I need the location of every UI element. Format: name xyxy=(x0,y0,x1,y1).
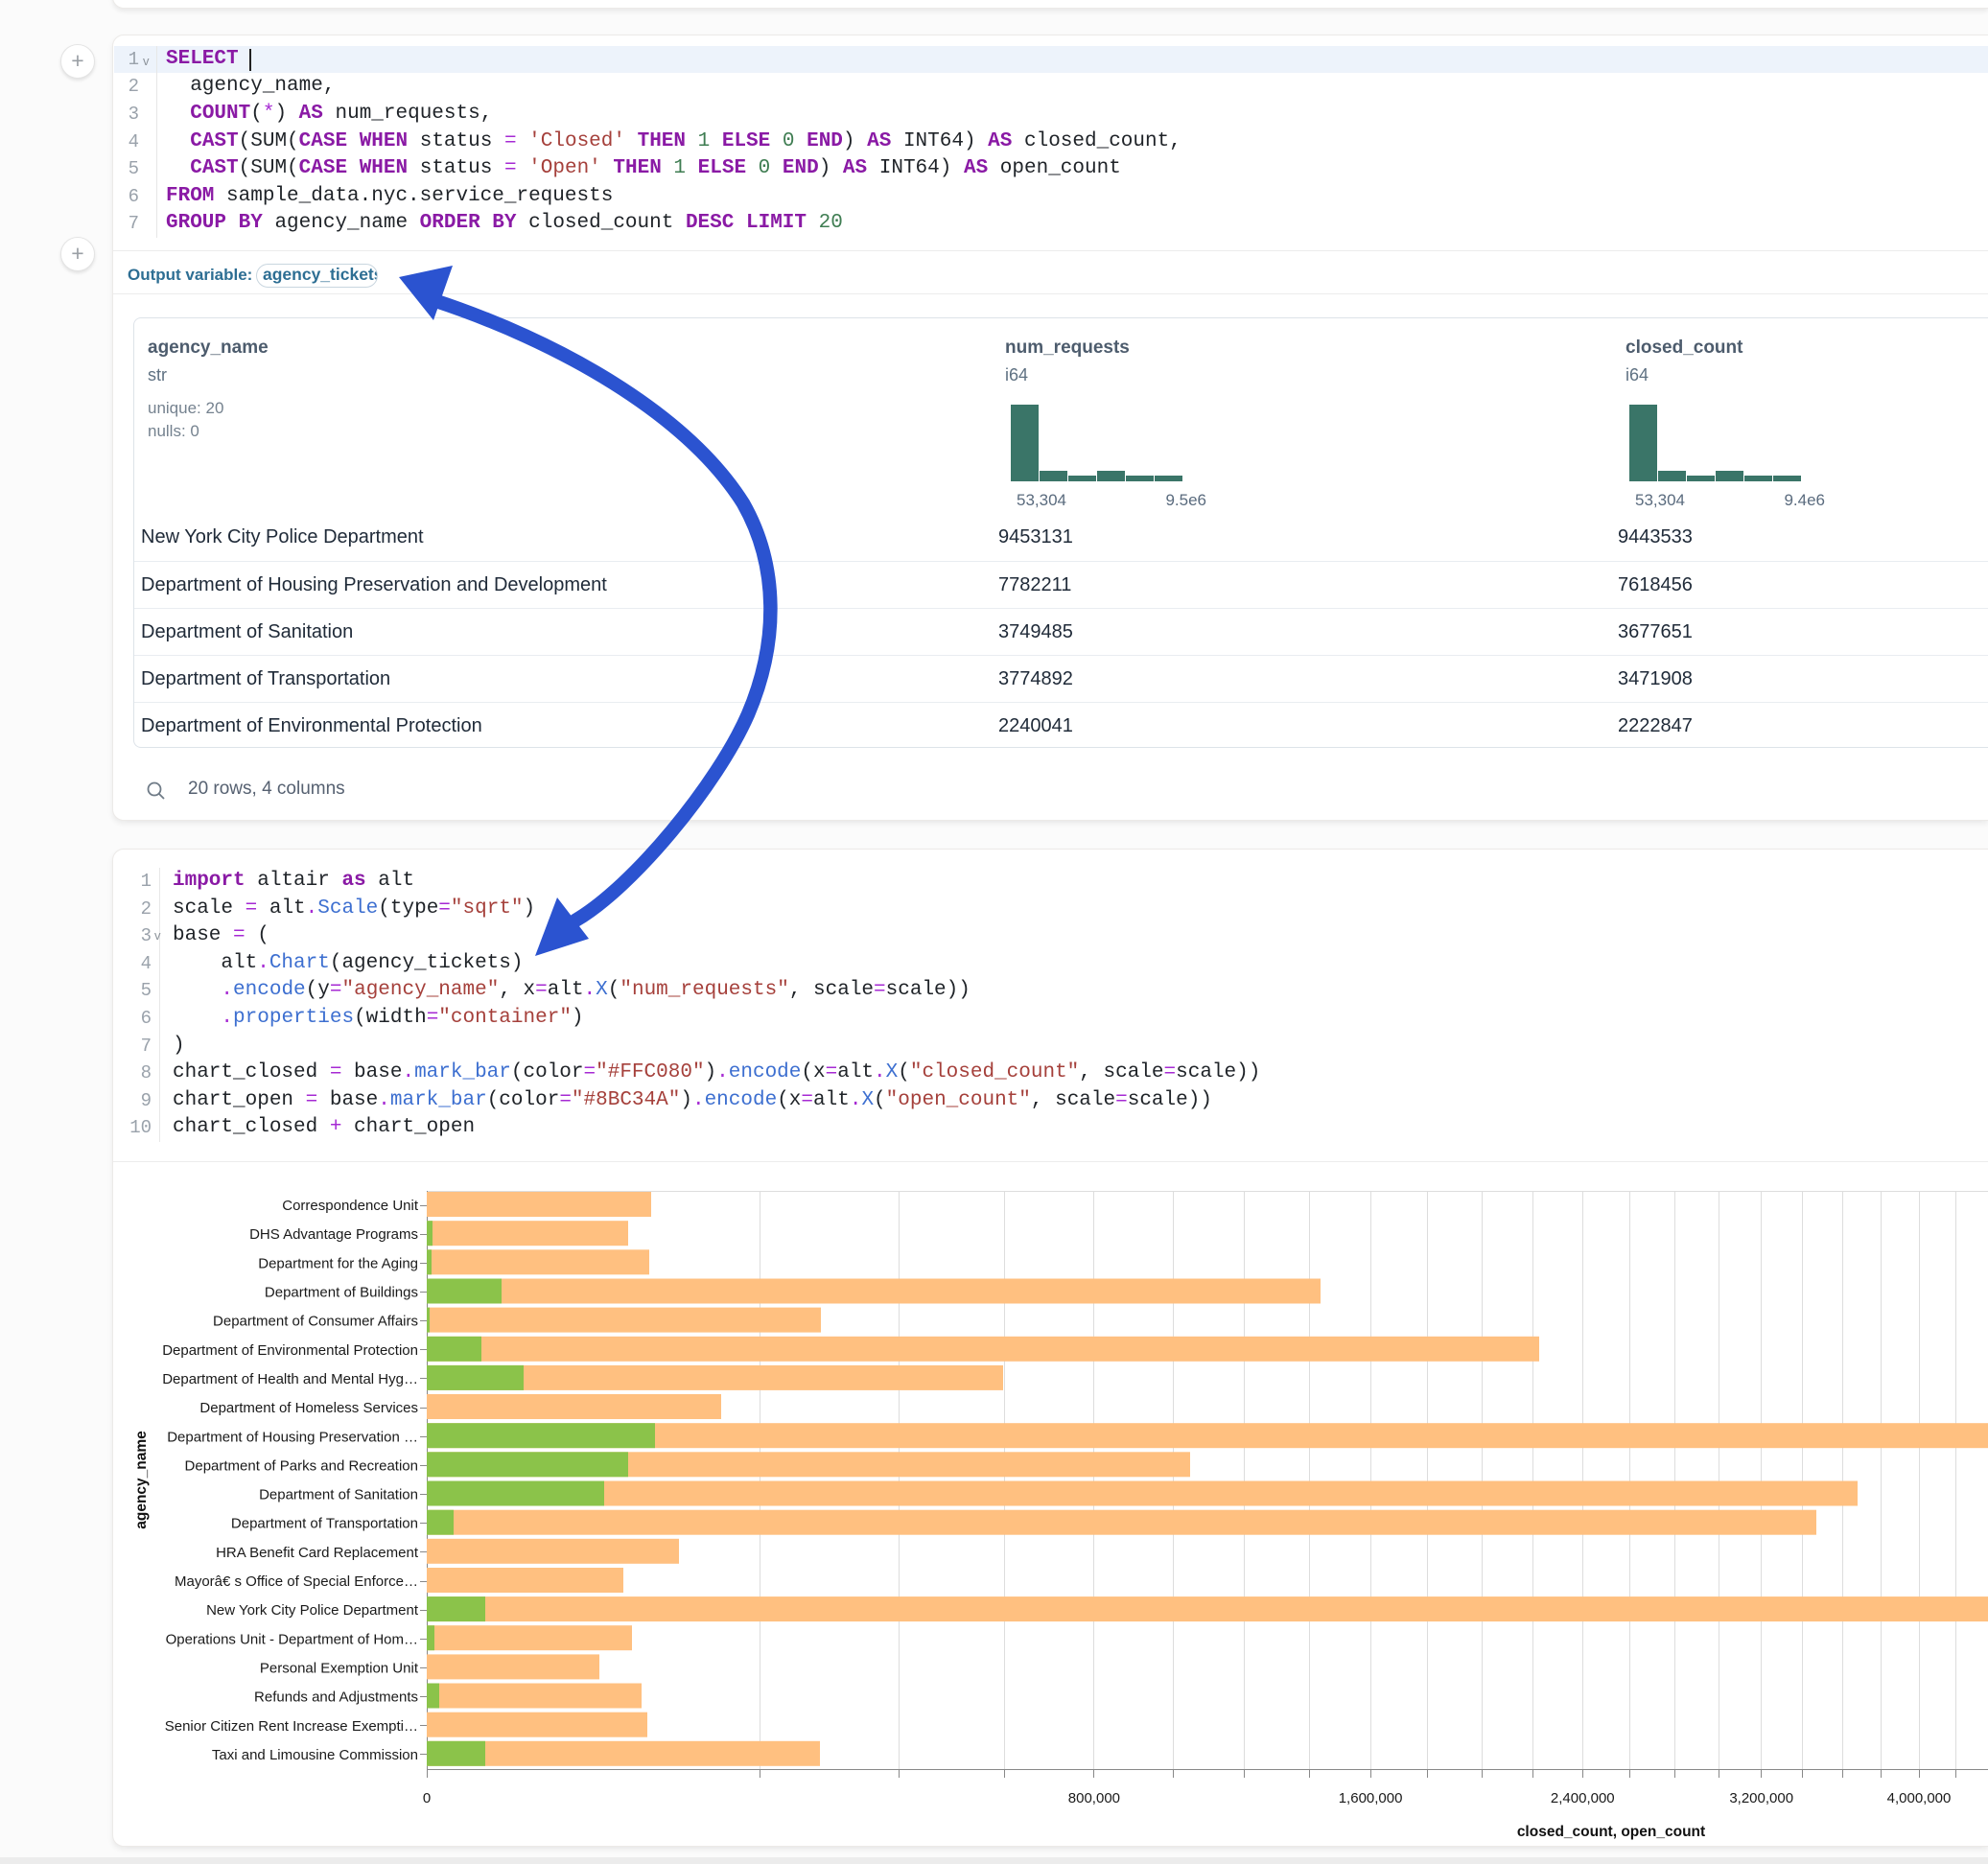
svg-text:DHS Advantage Programs: DHS Advantage Programs xyxy=(249,1226,418,1243)
svg-text:Department of Housing Preserva: Department of Housing Preservation … xyxy=(167,1429,418,1445)
svg-text:Department of Transportation: Department of Transportation xyxy=(231,1516,418,1532)
svg-text:Department of Environmental Pr: Department of Environmental Protection xyxy=(162,1342,418,1359)
svg-text:1,600,000: 1,600,000 xyxy=(1339,1790,1403,1806)
svg-text:Correspondence Unit: Correspondence Unit xyxy=(282,1198,419,1214)
svg-text:Department of Health and Menta: Department of Health and Mental Hyg… xyxy=(162,1371,418,1387)
svg-text:Mayorâ€ s Office of Special En: Mayorâ€ s Office of Special Enforce… xyxy=(175,1573,418,1590)
svg-text:Taxi and Limousine Commission: Taxi and Limousine Commission xyxy=(212,1747,418,1763)
svg-text:New York City Police Departmen: New York City Police Department xyxy=(206,1602,419,1619)
svg-text:Department of Parks and Recrea: Department of Parks and Recreation xyxy=(185,1457,418,1474)
svg-text:Operations Unit - Department o: Operations Unit - Department of Hom… xyxy=(166,1631,418,1647)
svg-text:Senior Citizen Rent Increase E: Senior Citizen Rent Increase Exempti… xyxy=(165,1718,418,1735)
svg-text:closed_count, open_count: closed_count, open_count xyxy=(1517,1824,1705,1840)
svg-text:HRA Benefit Card Replacement: HRA Benefit Card Replacement xyxy=(216,1545,419,1561)
svg-text:agency_name: agency_name xyxy=(133,1431,150,1529)
svg-text:Department of Buildings: Department of Buildings xyxy=(265,1285,418,1301)
svg-text:800,000: 800,000 xyxy=(1068,1790,1120,1806)
svg-text:Department of Sanitation: Department of Sanitation xyxy=(259,1487,418,1503)
svg-text:3,200,000: 3,200,000 xyxy=(1729,1790,1793,1806)
svg-text:4,000,000: 4,000,000 xyxy=(1887,1790,1952,1806)
svg-text:0: 0 xyxy=(423,1790,431,1806)
svg-text:Department for the Aging: Department for the Aging xyxy=(258,1255,418,1271)
svg-text:2,400,000: 2,400,000 xyxy=(1551,1790,1615,1806)
svg-text:Department of Consumer Affairs: Department of Consumer Affairs xyxy=(213,1314,418,1330)
svg-text:Department of Homeless Service: Department of Homeless Services xyxy=(199,1400,418,1416)
svg-text:Refunds and Adjustments: Refunds and Adjustments xyxy=(254,1689,418,1706)
svg-text:Personal Exemption Unit: Personal Exemption Unit xyxy=(260,1661,419,1677)
